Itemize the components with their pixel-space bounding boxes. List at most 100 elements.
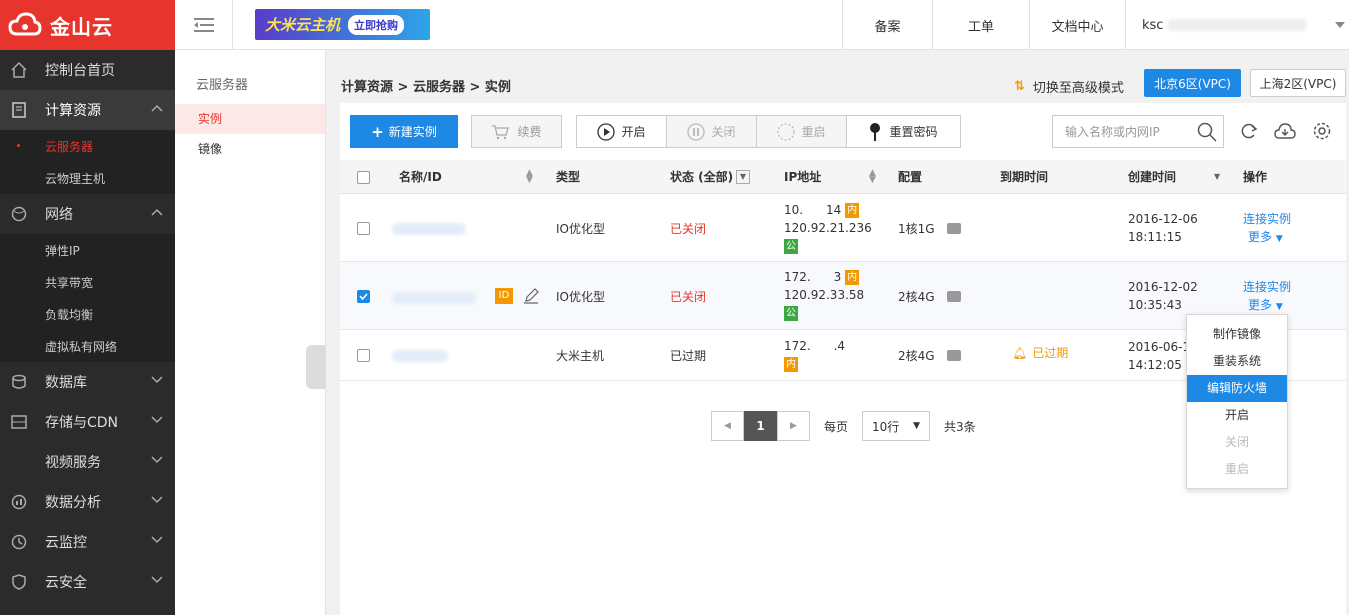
banner-buy-button[interactable]: 立即抢购 (348, 14, 405, 35)
id-badge[interactable]: ID (495, 288, 513, 304)
restart-button[interactable]: 重启 (756, 115, 847, 148)
instance-name-redacted[interactable] (392, 292, 476, 304)
top-link-docs[interactable]: 文档中心 (1029, 0, 1125, 50)
cart-icon (492, 124, 510, 139)
sort-desc-icon[interactable]: ▼ (1214, 172, 1220, 181)
ip-cell: 172. .4 内 (784, 337, 845, 373)
renew-label: 续费 (517, 125, 542, 139)
caret-down-icon: ▼ (1275, 234, 1283, 244)
start-label: 开启 (621, 125, 646, 139)
key-icon (870, 122, 881, 141)
collapse-handle[interactable] (306, 345, 326, 389)
more-label: 更多 (1248, 298, 1273, 312)
sidebar-item-database[interactable]: 数据库 (0, 362, 175, 402)
page-button-current[interactable]: 1 (744, 411, 777, 441)
sidebar-item-security[interactable]: 云安全 (0, 562, 175, 602)
col-header-expire: 到期时间 (1000, 170, 1049, 184)
settings-icon[interactable] (1312, 121, 1332, 141)
chevron-up-icon (151, 208, 163, 216)
secondary-nav-images[interactable]: 镜像 (175, 134, 325, 164)
brand-name: 金山云 (50, 14, 113, 39)
sort-icon[interactable]: ▲ ▼ (869, 169, 876, 185)
expire-status: 已过期 (1032, 346, 1069, 360)
search-input[interactable]: 输入名称或内网IP (1052, 115, 1224, 148)
col-header-name[interactable]: 名称/ID (399, 160, 442, 194)
edit-icon[interactable] (523, 288, 539, 304)
actions-cell: 连接实例 更多 ▼ (1243, 210, 1291, 248)
chevron-down-icon (1335, 22, 1346, 28)
top-link-ticket[interactable]: 工单 (932, 0, 1029, 50)
sort-icon[interactable]: ▲ ▼ (526, 169, 533, 185)
per-page-select[interactable]: 10行 ▼ (862, 411, 930, 441)
more-dropdown[interactable]: 更多 ▼ (1243, 228, 1291, 248)
created-cell: 2016-06-1 14:12:05 (1128, 338, 1190, 374)
instance-status: 已过期 (670, 349, 707, 363)
region-beijing6-button[interactable]: 北京6区(VPC) (1144, 69, 1241, 97)
start-button[interactable]: 开启 (576, 115, 667, 148)
next-page-button[interactable]: ▶ (777, 411, 810, 441)
public-ip: 120.92.21.236 (784, 221, 872, 235)
menu-item-create-image[interactable]: 制作镜像 (1187, 321, 1287, 348)
region-shanghai2-button[interactable]: 上海2区(VPC) (1250, 69, 1346, 97)
select-all-checkbox[interactable] (357, 171, 370, 184)
sidebar-item-compute[interactable]: 计算资源 (0, 90, 175, 130)
menu-item-start[interactable]: 开启 (1187, 402, 1287, 429)
per-page-value: 10行 (872, 419, 900, 434)
sidebar-item-video[interactable]: 视频服务 (0, 442, 175, 482)
chevron-right-icon: ▶ (790, 421, 797, 431)
user-menu[interactable]: ksc (1125, 0, 1349, 50)
created-date: 2016-06-1 (1128, 340, 1191, 354)
created-date: 2016-12-02 (1128, 280, 1198, 294)
sidebar-item-home[interactable]: 控制台首页 (0, 50, 175, 90)
secondary-nav-title: 云服务器 (196, 78, 249, 93)
top-link-record[interactable]: 备案 (842, 0, 932, 50)
stop-button[interactable]: 关闭 (666, 115, 757, 148)
col-header-created[interactable]: 创建时间 (1128, 160, 1176, 194)
refresh-icon[interactable] (1240, 122, 1258, 140)
sidebar-item-physical-host[interactable]: 云物理主机 (0, 162, 175, 194)
sidebar-item-eip[interactable]: 弹性IP (0, 234, 175, 266)
brand-logo[interactable]: 金山云 (0, 0, 175, 50)
promo-banner[interactable]: 大米云主机 立即抢购 (255, 9, 430, 40)
restart-icon (777, 122, 796, 141)
home-icon (10, 61, 28, 79)
tag-public: 公 (784, 239, 798, 254)
row-checkbox[interactable] (357, 222, 370, 235)
instance-name-redacted[interactable] (392, 350, 448, 362)
menu-item-reinstall-system[interactable]: 重装系统 (1187, 348, 1287, 375)
row-checkbox[interactable] (357, 290, 370, 303)
connect-instance-link[interactable]: 连接实例 (1243, 278, 1291, 296)
cloud-download-icon[interactable] (1274, 122, 1296, 140)
sidebar-item-load-balancer[interactable]: 负载均衡 (0, 298, 175, 330)
sidebar-item-storage-cdn[interactable]: 存储与CDN (0, 402, 175, 442)
filter-dropdown-icon[interactable]: ▼ (736, 170, 750, 184)
sidebar-item-network[interactable]: 网络 (0, 194, 175, 234)
sidebar-item-shared-bandwidth[interactable]: 共享带宽 (0, 266, 175, 298)
reset-password-button[interactable]: 重置密码 (846, 115, 961, 148)
sidebar-item-label: 云监控 (45, 535, 87, 551)
instance-name-redacted[interactable] (392, 223, 466, 235)
search-icon[interactable] (1197, 122, 1217, 142)
sidebar-item-vpc[interactable]: 虚拟私有网络 (0, 330, 175, 362)
sidebar-item-analytics[interactable]: 数据分析 (0, 482, 175, 522)
instance-type: IO优化型 (556, 290, 605, 304)
col-header-actions: 操作 (1243, 170, 1268, 184)
menu-toggle-button[interactable] (175, 0, 233, 50)
renew-button[interactable]: 续费 (471, 115, 562, 148)
prev-page-button[interactable]: ◀ (711, 411, 744, 441)
col-header-status[interactable]: 状态 (全部) (670, 160, 733, 194)
row-checkbox[interactable] (357, 349, 370, 362)
sidebar-item-cloud-server[interactable]: 云服务器 (0, 130, 175, 162)
chevron-down-icon (151, 456, 163, 464)
connect-instance-link[interactable]: 连接实例 (1243, 210, 1291, 228)
actions-cell: 连接实例 更多 ▼ (1243, 278, 1291, 316)
more-dropdown[interactable]: 更多 ▼ (1243, 296, 1291, 316)
create-instance-button[interactable]: + 新建实例 (350, 115, 458, 148)
sidebar-item-monitor[interactable]: 云监控 (0, 522, 175, 562)
server-icon (10, 101, 28, 119)
menu-item-edit-firewall[interactable]: 编辑防火墙 (1187, 375, 1287, 402)
secondary-nav-instances[interactable]: 实例 (175, 104, 325, 134)
switch-advanced-link[interactable]: ⇅ 切换至高级模式 (1014, 77, 1124, 96)
menu-icon (193, 18, 214, 32)
created-cell: 2016-12-02 10:35:43 (1128, 278, 1198, 314)
